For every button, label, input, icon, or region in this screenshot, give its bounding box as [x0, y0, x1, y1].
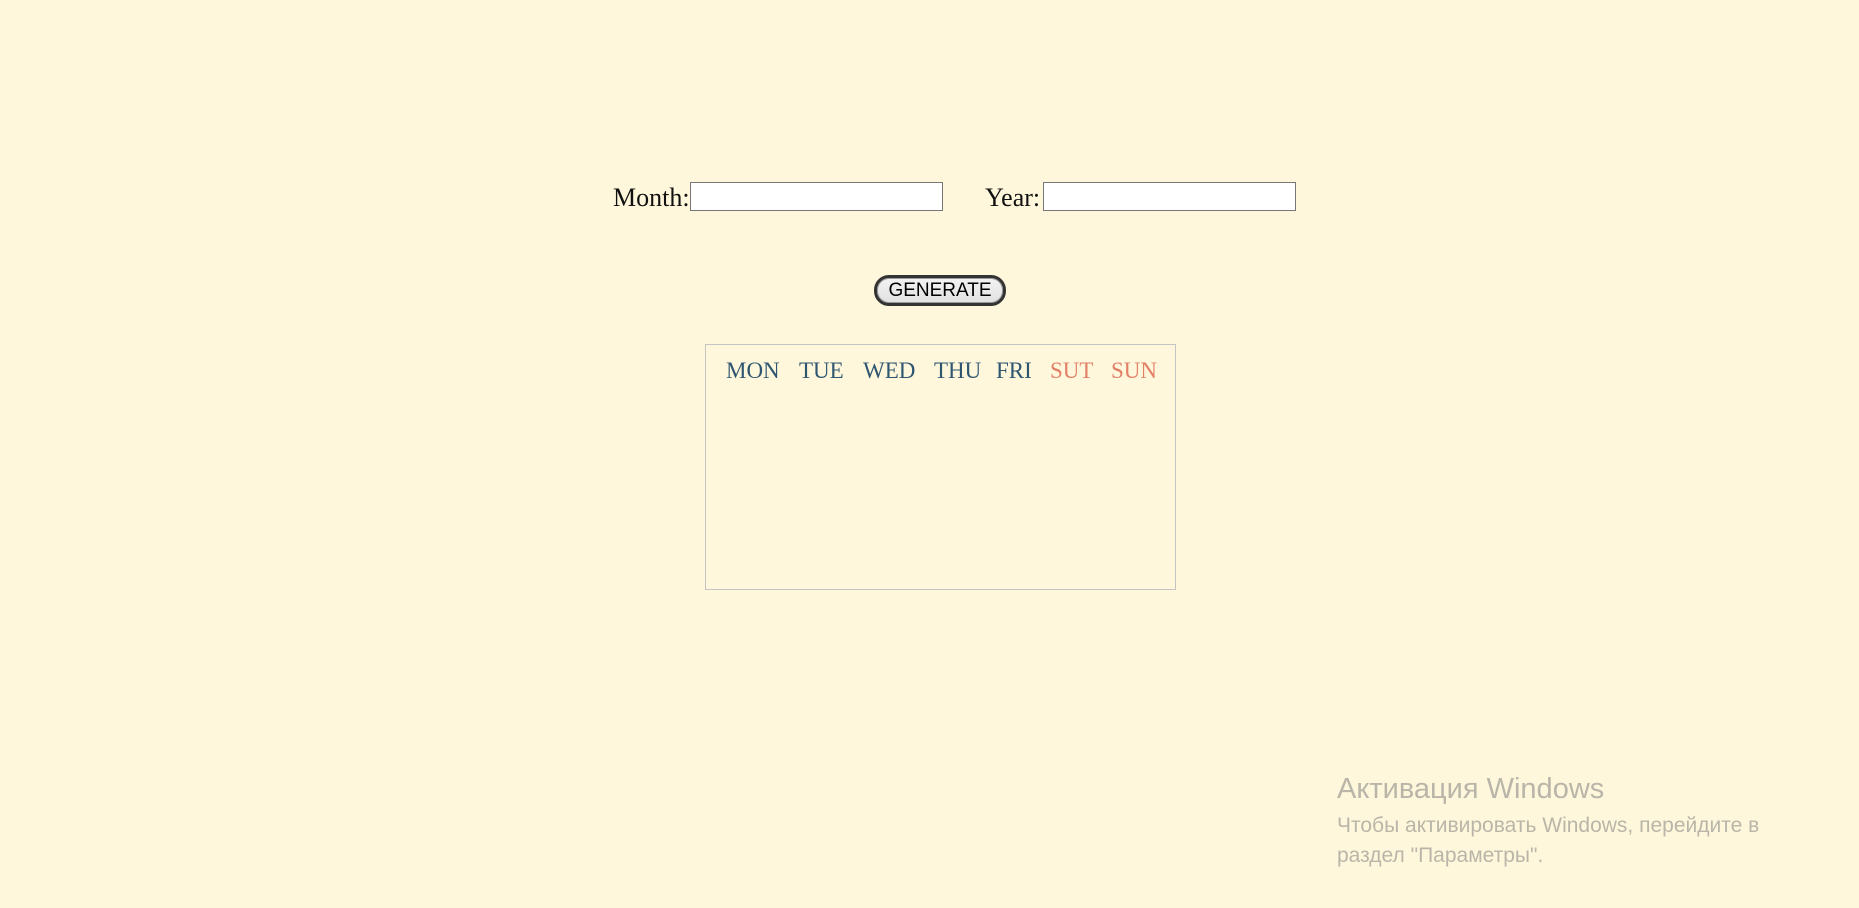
generate-button[interactable]: GENERATE [874, 275, 1006, 306]
windows-activation-line-1: Чтобы активировать Windows, перейдите в [1337, 814, 1760, 837]
day-header-mon: MON [726, 358, 780, 383]
day-header-thu: THU [934, 358, 982, 383]
date-form: Month: Year: [0, 181, 1859, 215]
year-label: Year: [985, 183, 1041, 212]
windows-activation-line-2: раздел "Параметры". [1337, 844, 1544, 867]
year-input[interactable] [1043, 182, 1296, 211]
windows-activation-title: Активация Windows [1337, 773, 1605, 805]
month-input[interactable] [690, 182, 943, 211]
day-header-sut: SUT [1050, 358, 1094, 383]
day-header-tue: TUE [799, 358, 844, 383]
windows-activation-text: Чтобы активировать Windows, перейдите в … [1337, 811, 1759, 871]
day-header-wed: WED [863, 358, 916, 383]
calendar-grid: MON TUE WED THU FRI SUT SUN [705, 344, 1176, 590]
month-label: Month: [613, 183, 690, 212]
day-header-sun: SUN [1111, 358, 1158, 383]
day-header-fri: FRI [996, 358, 1032, 383]
